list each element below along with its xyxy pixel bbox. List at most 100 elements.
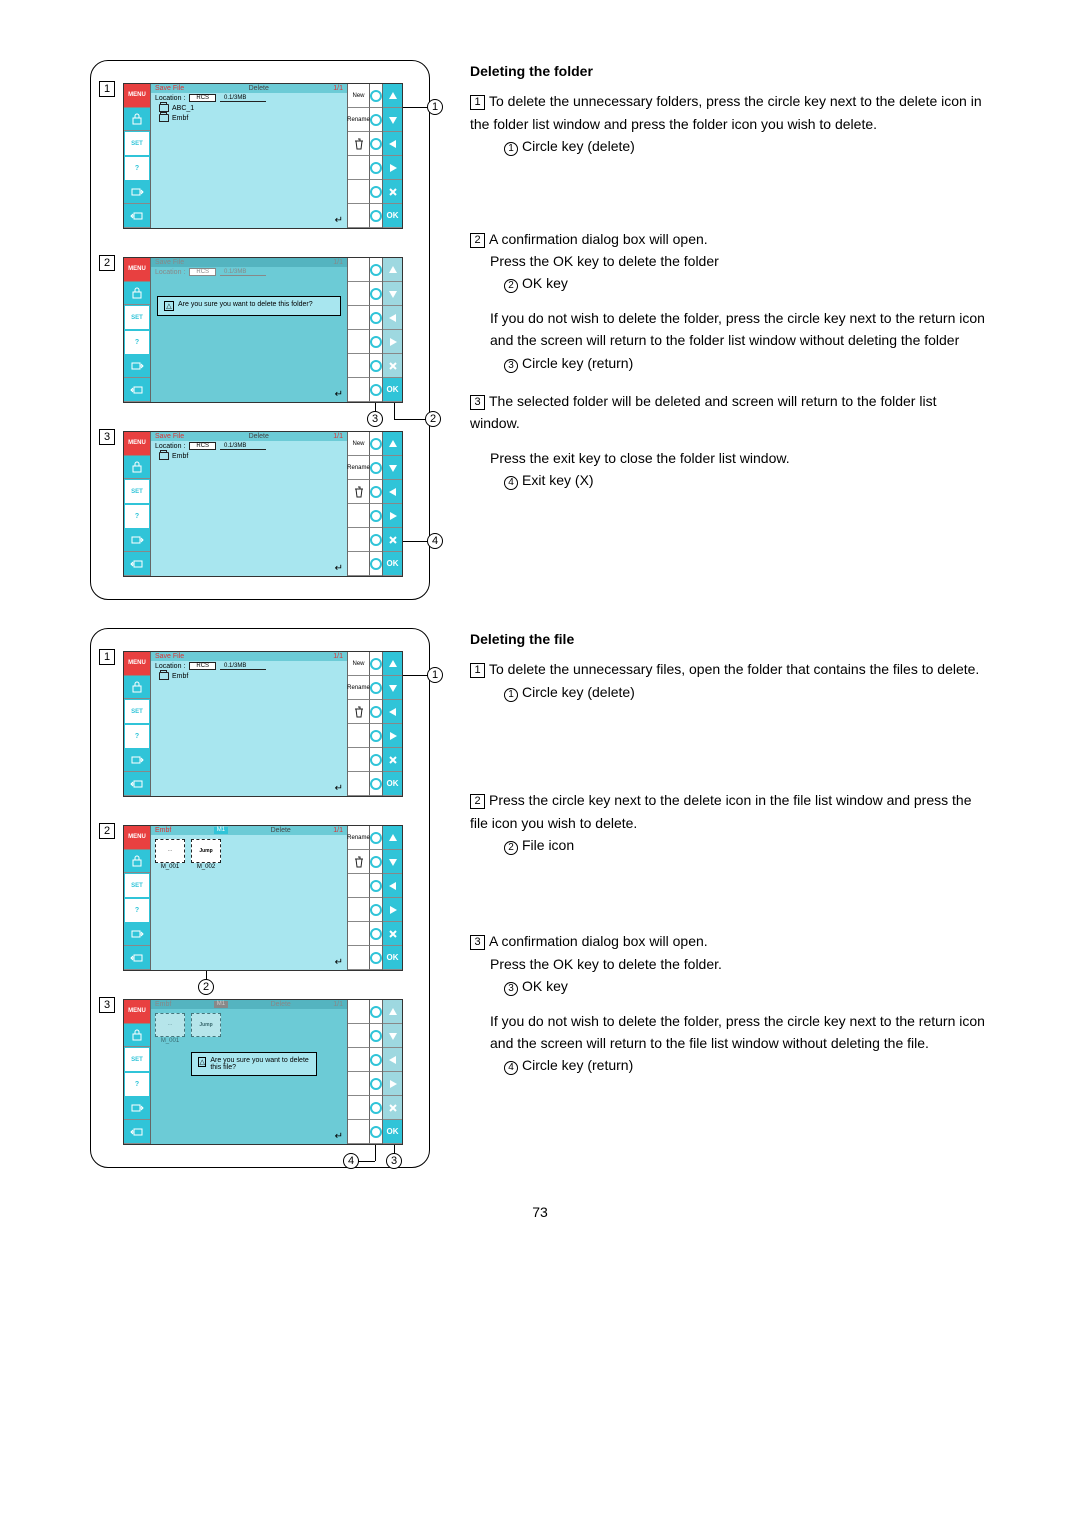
export-key[interactable] <box>124 923 150 947</box>
ok-key[interactable]: OK <box>383 946 402 970</box>
up-key[interactable] <box>383 432 402 456</box>
circle-key[interactable] <box>370 306 382 330</box>
circle-key[interactable] <box>370 748 382 772</box>
menu-key[interactable]: MENU <box>124 1000 150 1024</box>
down-key[interactable] <box>383 108 402 132</box>
circle-key-rename[interactable] <box>370 108 382 132</box>
menu-key[interactable]: MENU <box>124 258 150 282</box>
ok-key[interactable]: OK <box>383 772 402 796</box>
file-item[interactable]: ⋯M_001 <box>155 839 185 870</box>
up-key[interactable] <box>383 826 402 850</box>
lock-key[interactable] <box>124 676 150 700</box>
folder-item[interactable]: ABC_1 <box>151 103 347 113</box>
circle-key-rename[interactable] <box>370 456 382 480</box>
right-key[interactable] <box>383 504 402 528</box>
circle-key-new[interactable] <box>370 652 382 676</box>
circle-key[interactable] <box>370 1048 382 1072</box>
circle-key-delete[interactable] <box>370 700 382 724</box>
down-key[interactable] <box>383 850 402 874</box>
set-key[interactable]: SET <box>124 1047 150 1072</box>
import-key[interactable] <box>124 772 150 796</box>
help-key[interactable]: ? <box>124 330 150 355</box>
circle-key-delete[interactable] <box>370 480 382 504</box>
ok-key[interactable]: OK <box>383 378 402 402</box>
help-key[interactable]: ? <box>124 1072 150 1097</box>
set-key[interactable]: SET <box>124 131 150 156</box>
set-key[interactable]: SET <box>124 305 150 330</box>
export-key[interactable] <box>124 749 150 773</box>
folder-item[interactable]: Embf <box>151 451 347 461</box>
ok-key[interactable]: OK <box>383 204 402 228</box>
circle-key-return[interactable] <box>370 1120 382 1144</box>
set-key[interactable]: SET <box>124 699 150 724</box>
left-key[interactable] <box>383 874 402 898</box>
folder-item[interactable]: Embf <box>151 113 347 123</box>
right-key[interactable] <box>383 724 402 748</box>
circle-key[interactable] <box>370 724 382 748</box>
circle-key[interactable] <box>370 1072 382 1096</box>
import-key[interactable] <box>124 1120 150 1144</box>
down-key[interactable] <box>383 676 402 700</box>
lock-key[interactable] <box>124 850 150 874</box>
circle-key[interactable] <box>370 156 382 180</box>
menu-key[interactable]: MENU <box>124 84 150 108</box>
circle-key[interactable] <box>370 1000 382 1024</box>
help-key[interactable]: ? <box>124 504 150 529</box>
circle-key[interactable] <box>370 874 382 898</box>
circle-key[interactable] <box>370 1096 382 1120</box>
ok-key[interactable]: OK <box>383 552 402 576</box>
up-key[interactable] <box>383 652 402 676</box>
circle-key[interactable] <box>370 330 382 354</box>
exit-key[interactable] <box>383 922 402 946</box>
right-key[interactable] <box>383 156 402 180</box>
import-key[interactable] <box>124 946 150 970</box>
import-key[interactable] <box>124 378 150 402</box>
menu-key[interactable]: MENU <box>124 826 150 850</box>
set-key[interactable]: SET <box>124 873 150 898</box>
help-key[interactable]: ? <box>124 156 150 181</box>
export-key[interactable] <box>124 1097 150 1121</box>
circle-key-rename[interactable] <box>370 676 382 700</box>
circle-key[interactable] <box>370 282 382 306</box>
circle-key-delete[interactable] <box>370 132 382 156</box>
circle-key-return[interactable] <box>370 946 382 970</box>
circle-key[interactable] <box>370 922 382 946</box>
export-key[interactable] <box>124 181 150 205</box>
import-key[interactable] <box>124 552 150 576</box>
circle-key[interactable] <box>370 180 382 204</box>
exit-key[interactable] <box>383 748 402 772</box>
import-key[interactable] <box>124 204 150 228</box>
lock-key[interactable] <box>124 456 150 480</box>
circle-key-delete[interactable] <box>370 850 382 874</box>
menu-key[interactable]: MENU <box>124 432 150 456</box>
circle-key[interactable] <box>370 354 382 378</box>
menu-key[interactable]: MENU <box>124 652 150 676</box>
circle-key[interactable] <box>370 504 382 528</box>
left-key[interactable] <box>383 480 402 504</box>
circle-key[interactable] <box>370 528 382 552</box>
right-key[interactable] <box>383 898 402 922</box>
circle-key[interactable] <box>370 898 382 922</box>
circle-key[interactable] <box>370 1024 382 1048</box>
circle-key-return[interactable] <box>370 552 382 576</box>
left-key[interactable] <box>383 132 402 156</box>
exit-key[interactable] <box>383 528 402 552</box>
exit-key[interactable] <box>383 180 402 204</box>
circle-key-return[interactable] <box>370 772 382 796</box>
ok-key[interactable]: OK <box>383 1120 402 1144</box>
help-key[interactable]: ? <box>124 898 150 923</box>
folder-item[interactable]: Embf <box>151 671 347 681</box>
export-key[interactable] <box>124 355 150 379</box>
set-key[interactable]: SET <box>124 479 150 504</box>
lock-key[interactable] <box>124 1024 150 1048</box>
lock-key[interactable] <box>124 108 150 132</box>
up-key[interactable] <box>383 84 402 108</box>
lock-key[interactable] <box>124 282 150 306</box>
circle-key-new[interactable] <box>370 432 382 456</box>
down-key[interactable] <box>383 456 402 480</box>
help-key[interactable]: ? <box>124 724 150 749</box>
export-key[interactable] <box>124 529 150 553</box>
left-key[interactable] <box>383 700 402 724</box>
file-item[interactable]: JumpM_002 <box>191 839 221 870</box>
circle-key-new[interactable] <box>370 84 382 108</box>
